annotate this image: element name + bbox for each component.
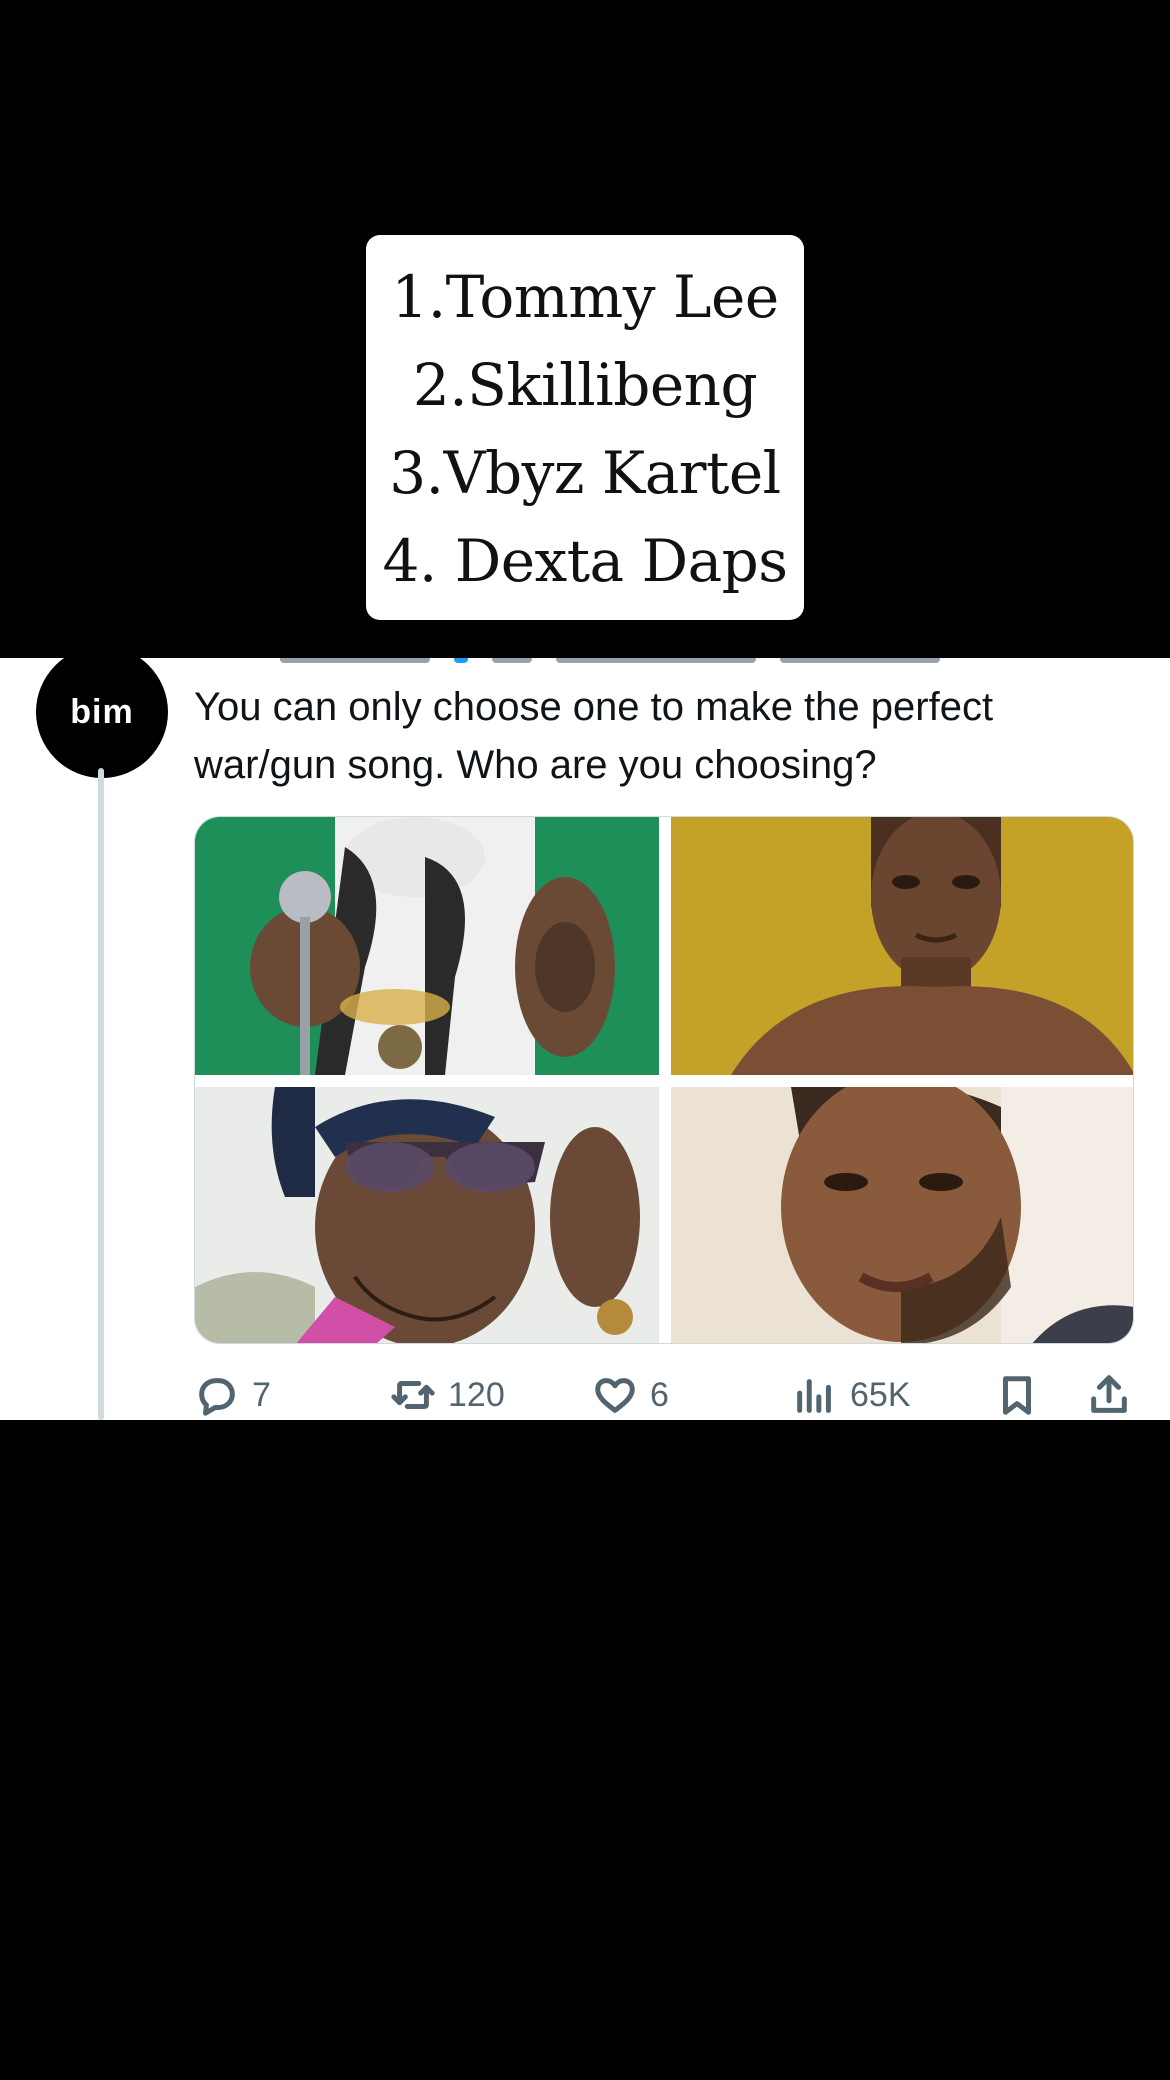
tweet-card[interactable]: bim You can only choose one to make the … xyxy=(0,658,1170,1420)
views-button[interactable]: 65K xyxy=(792,1370,911,1420)
tweet-action-bar: 7 120 6 65K xyxy=(194,1370,1134,1420)
media-grid xyxy=(194,816,1134,1344)
caption-line-4: 4. Dexta Daps xyxy=(382,527,788,595)
photo-2[interactable] xyxy=(671,817,1133,1075)
caption-line-2: 2.Skillibeng xyxy=(412,351,758,419)
photo-1[interactable] xyxy=(195,817,659,1075)
tweet-text: You can only choose one to make the perf… xyxy=(194,685,994,787)
reply-button[interactable]: 7 xyxy=(194,1370,271,1420)
header-fragment xyxy=(280,658,430,663)
photo-2-illustration xyxy=(671,817,1133,1075)
share-icon xyxy=(1091,1375,1127,1413)
header-fragment xyxy=(492,658,532,663)
caption-line-1: 1.Tommy Lee xyxy=(391,263,779,331)
like-button[interactable]: 6 xyxy=(592,1370,669,1420)
bookmark-icon xyxy=(1003,1376,1031,1415)
reply-count: 7 xyxy=(252,1375,271,1414)
caption-line-3: 3.Vbyz Kartel xyxy=(389,439,781,507)
reply-icon xyxy=(199,1378,235,1416)
caption-card: 1.Tommy Lee 2.Skillibeng 3.Vbyz Kartel 4… xyxy=(366,235,804,620)
avatar[interactable]: bim xyxy=(36,658,168,778)
views-count: 65K xyxy=(850,1375,911,1414)
photo-4-illustration xyxy=(671,1087,1133,1343)
like-count: 6 xyxy=(650,1375,669,1414)
heart-icon xyxy=(595,1378,635,1413)
repost-icon xyxy=(391,1381,435,1409)
bookmark-button[interactable] xyxy=(994,1370,1040,1420)
photo-3[interactable] xyxy=(195,1087,659,1343)
tweet-header-cut-off xyxy=(280,658,940,664)
thread-line xyxy=(98,768,104,1420)
photo-4[interactable] xyxy=(671,1087,1133,1343)
photo-3-illustration xyxy=(195,1087,659,1343)
repost-count: 120 xyxy=(448,1375,505,1414)
page: 1.Tommy Lee 2.Skillibeng 3.Vbyz Kartel 4… xyxy=(0,0,1170,2080)
header-fragment xyxy=(780,658,940,663)
views-icon xyxy=(797,1379,831,1413)
photo-1-illustration xyxy=(195,817,659,1075)
repost-button[interactable]: 120 xyxy=(390,1370,505,1420)
share-button[interactable] xyxy=(1086,1370,1132,1420)
header-fragment xyxy=(556,658,756,663)
avatar-logo-text: bim xyxy=(70,692,134,731)
verified-badge-icon xyxy=(454,658,468,663)
